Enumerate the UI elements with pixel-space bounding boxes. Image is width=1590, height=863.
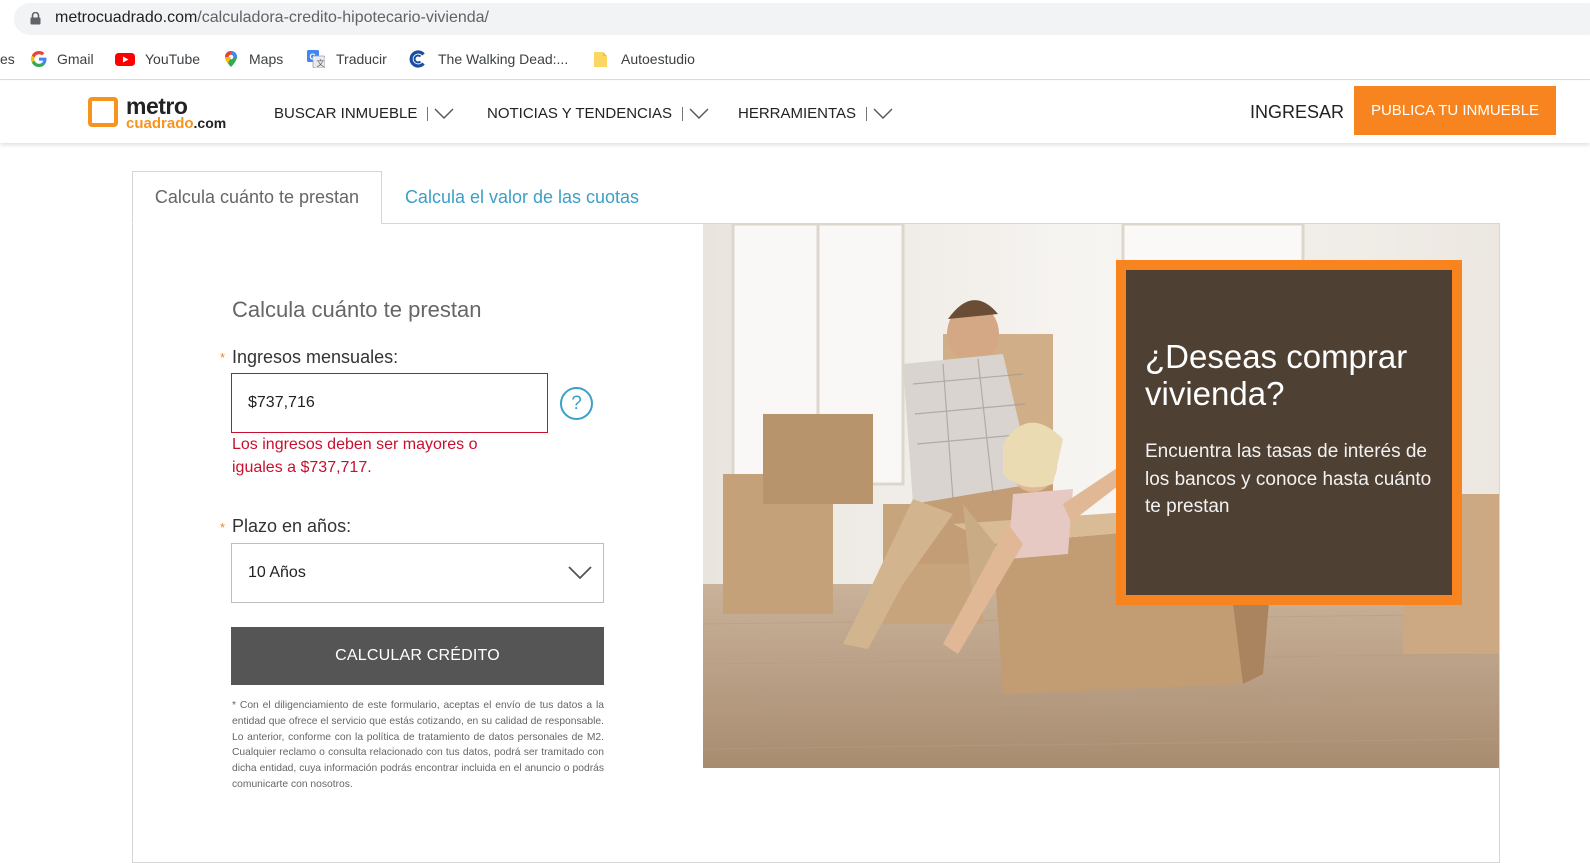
nav-buscar-inmueble[interactable]: BUSCAR INMUEBLE — [274, 105, 454, 122]
tab-calcula-cuotas[interactable]: Calcula el valor de las cuotas — [382, 171, 662, 224]
term-select[interactable]: 10 Años — [231, 543, 604, 603]
youtube-icon — [115, 53, 135, 66]
required-mark: * — [220, 350, 226, 365]
translate-icon: G 文 — [307, 50, 325, 68]
bookmark-gmail[interactable]: Gmail — [30, 49, 94, 69]
svg-text:文: 文 — [317, 58, 325, 68]
google-icon — [31, 51, 47, 67]
term-selected-value: 10 Años — [248, 564, 306, 581]
promo-text: Encuentra las tasas de interés de los ba… — [1145, 441, 1432, 517]
tab-calcula-prestamo[interactable]: Calcula cuánto te prestan — [132, 171, 382, 224]
income-error-message: Los ingresos deben ser mayores o iguales… — [232, 436, 478, 476]
chevron-down-icon — [873, 108, 893, 119]
site-c-icon — [409, 50, 425, 68]
login-link[interactable]: INGRESAR — [1250, 102, 1344, 123]
promo-card — [1126, 270, 1452, 595]
url-text[interactable]: metrocuadrado.com/calculadora-credito-hi… — [55, 9, 489, 27]
nav-herramientas[interactable]: HERRAMIENTAS — [738, 105, 893, 122]
term-label: Plazo en años: — [232, 516, 352, 536]
nav-label: BUSCAR INMUEBLE — [274, 105, 418, 122]
lock-icon — [30, 12, 41, 25]
nav-noticias-tendencias[interactable]: NOTICIAS Y TENDENCIAS — [487, 105, 709, 122]
data-policy-disclaimer: * Con el diligenciamiento de este formul… — [232, 700, 604, 790]
required-mark: * — [220, 520, 226, 535]
bookmark-walking-dead[interactable]: The Walking Dead:... — [409, 49, 568, 69]
site-logo[interactable]: metro cuadrado.com — [88, 93, 238, 133]
site-header: metro cuadrado.com BUSCAR INMUEBLE NOTIC… — [0, 81, 1590, 143]
nav-label: NOTICIAS Y TENDENCIAS — [487, 105, 673, 122]
bookmark-traducir[interactable]: G 文 Traducir — [307, 49, 387, 69]
publish-property-button[interactable]: PUBLICA TU INMUEBLE — [1354, 86, 1556, 135]
help-icon[interactable]: ? — [560, 387, 593, 420]
maps-icon — [225, 51, 237, 67]
logo-mark-icon — [88, 97, 118, 127]
logo-text-cuadrado: cuadrado.com — [126, 115, 227, 132]
chevron-down-icon — [689, 108, 709, 119]
bookmarks-bar: es Gmail YouTube Maps G 文 Traducir The W… — [0, 38, 1590, 80]
folder-icon — [594, 52, 607, 67]
income-label: Ingresos mensuales: — [232, 347, 399, 367]
bookmark-autoestudio[interactable]: Autoestudio — [592, 49, 695, 69]
promo-title: ¿Deseas comprar vivienda? — [1145, 338, 1408, 412]
nav-label: HERRAMIENTAS — [738, 105, 857, 122]
chevron-down-icon — [568, 566, 592, 580]
bookmark-fragment[interactable]: es — [0, 49, 15, 69]
calculate-credit-button[interactable]: CALCULAR CRÉDITO — [231, 627, 604, 685]
income-input[interactable] — [231, 373, 548, 433]
form-title: Calcula cuánto te prestan — [232, 297, 482, 322]
bookmark-maps[interactable]: Maps — [222, 49, 283, 69]
chevron-down-icon — [434, 108, 454, 119]
browser-address-row: metrocuadrado.com/calculadora-credito-hi… — [0, 0, 1590, 38]
bookmark-youtube[interactable]: YouTube — [115, 49, 200, 69]
svg-text:G: G — [310, 53, 316, 62]
